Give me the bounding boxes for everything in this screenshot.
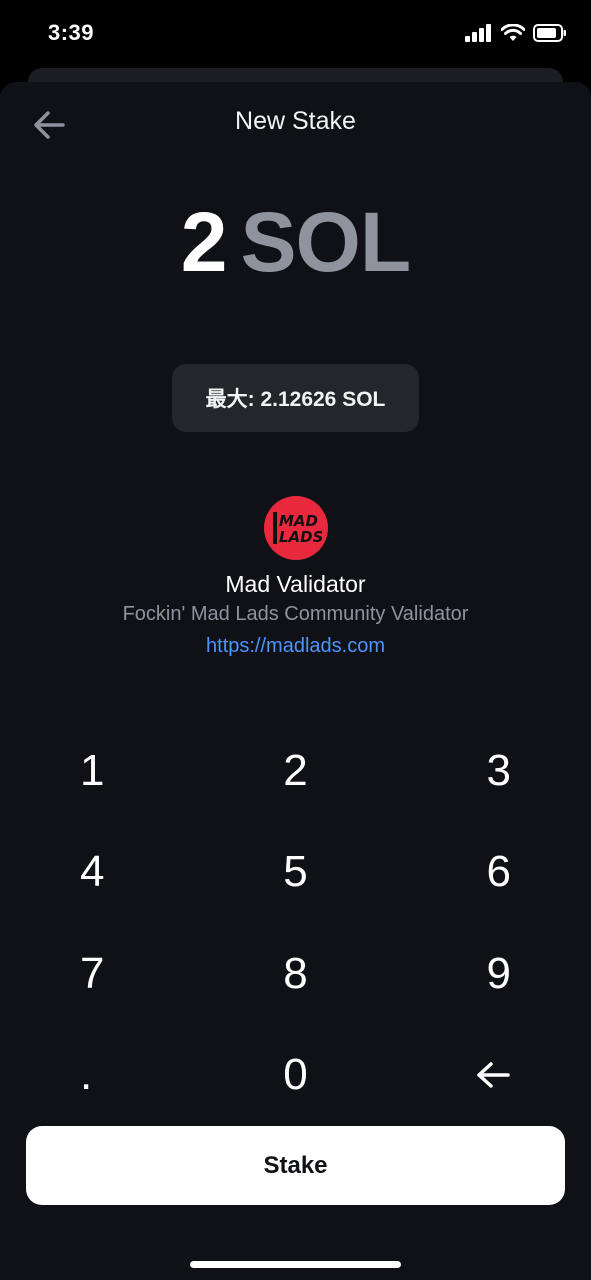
key-2[interactable]: 2 [197,720,394,822]
key-3[interactable]: 3 [394,720,591,822]
key-4[interactable]: 4 [0,822,197,924]
key-backspace[interactable] [394,1025,591,1127]
key-7[interactable]: 7 [0,923,197,1025]
max-amount-button[interactable]: 最大: 2.12626 SOL [172,364,419,432]
page-title: New Stake [235,107,356,135]
battery-icon [533,24,566,42]
status-bar: 3:39 [0,0,591,70]
wifi-icon [501,24,525,41]
key-9[interactable]: 9 [394,923,591,1025]
mad-lads-logo-icon: MAD LADS [273,512,322,546]
amount-unit: SOL [240,195,412,289]
arrow-left-icon [477,1062,510,1088]
svg-text:LADS: LADS [279,528,322,546]
validator-link[interactable]: https://madlads.com [0,635,591,658]
home-indicator [190,1261,401,1268]
status-icons [465,24,567,42]
amount-display: 2 SOL [0,192,591,292]
key-6[interactable]: 6 [394,822,591,924]
key-8[interactable]: 8 [197,923,394,1025]
validator-logo: MAD LADS [264,496,328,560]
validator-description: Fockin' Mad Lads Community Validator [122,603,469,625]
key-0[interactable]: 0 [197,1025,394,1127]
status-time: 3:39 [48,20,95,45]
stake-button[interactable]: Stake [26,1126,565,1205]
key-decimal[interactable]: . [0,1025,197,1127]
key-5[interactable]: 5 [197,822,394,924]
signal-icon [465,24,491,42]
amount-value: 2 [180,195,228,289]
numeric-keypad: 1 2 3 4 5 6 7 8 9 . 0 [0,720,591,1126]
key-1[interactable]: 1 [0,720,197,822]
validator-name: Mad Validator [225,571,366,597]
